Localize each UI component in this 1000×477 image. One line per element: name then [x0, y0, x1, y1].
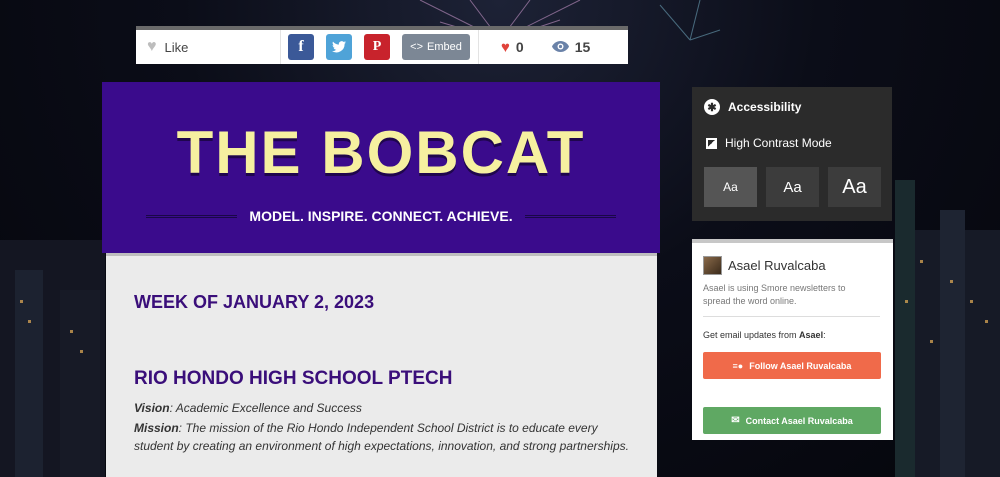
text-size-medium-button[interactable]: Aa [766, 167, 819, 207]
facebook-icon[interactable]: f [288, 34, 314, 60]
updates-prefix: Get email updates from [703, 330, 800, 340]
high-contrast-label: High Contrast Mode [725, 136, 832, 150]
like-label: Like [164, 39, 189, 55]
divider [146, 214, 238, 218]
newsletter-header: THE BOBCAT MODEL. INSPIRE. CONNECT. ACHI… [102, 82, 660, 253]
tagline: MODEL. INSPIRE. CONNECT. ACHIEVE. [249, 208, 513, 224]
follow-label: Follow Asael Ruvalcaba [749, 360, 852, 371]
code-icon: <> [410, 41, 423, 53]
avatar [703, 256, 722, 275]
divider [703, 316, 880, 317]
follow-button[interactable]: ≡● Follow Asael Ruvalcaba [703, 352, 881, 379]
likes-stat: ♥ 0 [501, 39, 524, 56]
author-row: Asael Ruvalcaba [703, 256, 826, 275]
author-name: Asael Ruvalcaba [728, 258, 826, 273]
stats-group: ♥ 0 15 [479, 30, 618, 64]
embed-label: Embed [427, 41, 462, 53]
newsletter-content: WEEK OF JANUARY 2, 2023 RIO HONDO HIGH S… [106, 253, 657, 477]
newsletter-title: THE BOBCAT [176, 119, 586, 186]
updates-name: Asael [799, 330, 824, 340]
author-panel: Asael Ruvalcaba Asael is using Smore new… [692, 239, 893, 440]
mission-label: Mission [134, 421, 179, 435]
accessibility-heading: ✱ Accessibility [704, 99, 801, 115]
divider [524, 214, 616, 218]
accessibility-panel: ✱ Accessibility High Contrast Mode Aa Aa… [692, 87, 892, 221]
accessibility-title: Accessibility [728, 100, 802, 114]
school-heading: RIO HONDO HIGH SCHOOL PTECH [134, 368, 453, 389]
views-stat: 15 [551, 39, 591, 55]
views-count: 15 [574, 39, 591, 55]
vision-paragraph: Vision: Academic Excellence and Success [134, 401, 362, 415]
likes-count: 0 [515, 39, 524, 55]
mail-icon: ✉ [731, 415, 740, 426]
email-updates-text: Get email updates from Asael: [703, 330, 826, 340]
eye-icon [551, 39, 569, 55]
pinterest-icon[interactable]: P [364, 34, 390, 60]
contrast-icon [706, 137, 717, 149]
contact-label: Contact Asael Ruvalcaba [745, 415, 853, 426]
vision-label: Vision [134, 401, 170, 415]
text-size-large-button[interactable]: Aa [828, 167, 881, 207]
follow-icon: ≡● [732, 360, 744, 371]
share-bar: ♥ Like f P <> Embed ♥ 0 15 [136, 26, 628, 64]
contact-button[interactable]: ✉ Contact Asael Ruvalcaba [703, 407, 881, 434]
embed-button[interactable]: <> Embed [402, 34, 470, 60]
like-button[interactable]: ♥ Like [136, 30, 281, 64]
week-heading: WEEK OF JANUARY 2, 2023 [134, 292, 375, 312]
vision-text: : Academic Excellence and Success [169, 401, 362, 415]
accessibility-icon: ✱ [704, 99, 720, 115]
text-size-group: Aa Aa Aa [704, 167, 881, 207]
mission-text: : The mission of the Rio Hondo Independe… [134, 421, 629, 453]
heart-icon: ♥ [501, 38, 510, 56]
author-description: Asael is using Smore newsletters to spre… [703, 283, 846, 306]
social-share-group: f P <> Embed [281, 30, 479, 64]
text-size-small-button[interactable]: Aa [704, 167, 757, 207]
heart-icon: ♥ [147, 38, 157, 55]
tagline-row: MODEL. INSPIRE. CONNECT. ACHIEVE. [146, 208, 616, 224]
high-contrast-toggle[interactable]: High Contrast Mode [706, 136, 832, 150]
mission-paragraph: Mission: The mission of the Rio Hondo In… [134, 419, 639, 455]
updates-suffix: : [823, 330, 826, 340]
twitter-icon[interactable] [326, 34, 352, 60]
